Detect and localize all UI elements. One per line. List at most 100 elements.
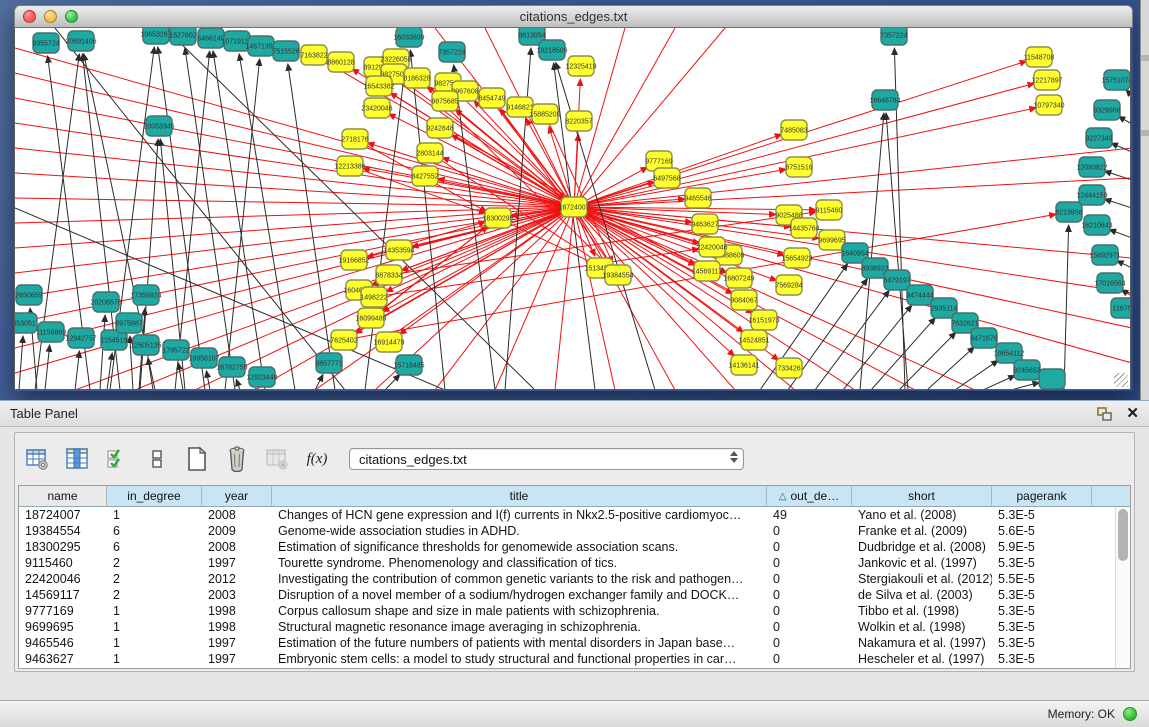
- table-cell[interactable]: 14569117: [19, 587, 107, 603]
- table-cell[interactable]: 2009: [202, 523, 272, 539]
- function-builder-icon[interactable]: f(x): [303, 445, 331, 473]
- graph-edge[interactable]: [236, 379, 240, 390]
- table-cell[interactable]: Franke et al. (2009): [852, 523, 992, 539]
- graph-edge[interactable]: [206, 371, 210, 390]
- table-cell[interactable]: 9463627: [19, 651, 107, 667]
- graph-edge[interactable]: [75, 351, 80, 390]
- table-cell[interactable]: 6: [107, 539, 202, 555]
- graph-edge[interactable]: [1109, 230, 1131, 238]
- table-row[interactable]: 911546021997Tourette syndrome. Phenomeno…: [19, 555, 1130, 571]
- table-cell[interactable]: 0: [767, 555, 852, 571]
- table-row[interactable]: 946554611997Estimation of the future num…: [19, 635, 1130, 651]
- table-cell[interactable]: 2008: [202, 539, 272, 555]
- table-cell[interactable]: Yano et al. (2008): [852, 507, 992, 523]
- table-cell[interactable]: 9115460: [19, 555, 107, 571]
- table-selector-dropdown[interactable]: citations_edges.txt: [349, 448, 744, 470]
- table-row[interactable]: 1938455462009Genome-wide association stu…: [19, 523, 1130, 539]
- graph-edge[interactable]: [555, 207, 574, 390]
- table-cell[interactable]: 0: [767, 635, 852, 651]
- column-header-in_degree[interactable]: in_degree: [107, 486, 202, 507]
- table-cell[interactable]: 5.3E-5: [992, 619, 1092, 635]
- table-cell[interactable]: Hescheler et al. (1997): [852, 651, 992, 667]
- table-cell[interactable]: 1997: [202, 635, 272, 651]
- graph-edge[interactable]: [1117, 261, 1131, 268]
- table-cell[interactable]: 2: [107, 571, 202, 587]
- table-cell[interactable]: Embryonic stem cells: a model to study s…: [272, 651, 767, 667]
- table-cell[interactable]: 19384554: [19, 523, 107, 539]
- graph-edge[interactable]: [899, 332, 956, 390]
- graph-edge[interactable]: [15, 98, 574, 207]
- table-cell[interactable]: 5.3E-5: [992, 635, 1092, 651]
- graph-edge[interactable]: [55, 28, 345, 390]
- table-cell[interactable]: 9699695: [19, 619, 107, 635]
- window-resize-grip[interactable]: [1114, 373, 1128, 387]
- table-cell[interactable]: 5.5E-5: [992, 571, 1092, 587]
- table-cell[interactable]: Tibbo et al. (1998): [852, 603, 992, 619]
- table-cell[interactable]: Wolkin et al. (1998): [852, 619, 992, 635]
- table-cell[interactable]: Estimation of the future numbers of pati…: [272, 635, 767, 651]
- graph-edge[interactable]: [574, 207, 1131, 328]
- table-cell[interactable]: 5.9E-5: [992, 539, 1092, 555]
- table-cell[interactable]: Disruption of a novel member of a sodium…: [272, 587, 767, 603]
- memory-ok-indicator-icon[interactable]: [1123, 707, 1137, 721]
- graph-edge[interactable]: [574, 207, 795, 390]
- table-settings-icon[interactable]: [23, 445, 51, 473]
- table-row[interactable]: 969969511998Structural magnetic resonanc…: [19, 619, 1130, 635]
- table-row[interactable]: 1872400712008Changes of HCN gene express…: [19, 507, 1130, 523]
- graph-edge[interactable]: [1118, 116, 1131, 124]
- graph-edge[interactable]: [574, 83, 1034, 207]
- graph-edge[interactable]: [45, 345, 50, 390]
- table-cell[interactable]: 0: [767, 523, 852, 539]
- table-cell[interactable]: 5.6E-5: [992, 523, 1092, 539]
- table-cell[interactable]: Estimation of significance thresholds fo…: [272, 539, 767, 555]
- table-cell[interactable]: 1: [107, 651, 202, 667]
- table-cell[interactable]: 1998: [202, 619, 272, 635]
- network-canvas[interactable]: 1872400771638228860128891293423226058982…: [14, 28, 1131, 390]
- table-cell[interactable]: Tourette syndrome. Phenomenology and cla…: [272, 555, 767, 571]
- table-cell[interactable]: Changes of HCN gene expression and I(f) …: [272, 507, 767, 523]
- table-cell[interactable]: 1: [107, 619, 202, 635]
- table-cell[interactable]: Genome-wide association studies in ADHD.: [272, 523, 767, 539]
- column-header-short[interactable]: short: [852, 486, 992, 507]
- table-cell[interactable]: 5.3E-5: [992, 587, 1092, 603]
- table-row[interactable]: 977716911998Corpus callosum shape and si…: [19, 603, 1130, 619]
- close-icon[interactable]: ✕: [1126, 407, 1139, 421]
- column-header-name[interactable]: name: [19, 486, 107, 507]
- table-cell[interactable]: 0: [767, 651, 852, 667]
- row-height-icon[interactable]: [143, 445, 171, 473]
- graph-edge[interactable]: [1111, 143, 1131, 152]
- graph-edge[interactable]: [886, 113, 908, 390]
- column-header-year[interactable]: year: [202, 486, 272, 507]
- graph-edge[interactable]: [927, 347, 974, 390]
- graph-edge[interactable]: [435, 207, 574, 390]
- graph-edge[interactable]: [1104, 199, 1131, 208]
- network-graph[interactable]: 1872400771638228860128891293423226058982…: [15, 28, 1131, 390]
- graph-edge[interactable]: [255, 388, 256, 390]
- table-cell[interactable]: 2: [107, 555, 202, 571]
- table-cell[interactable]: 5.3E-5: [992, 555, 1092, 571]
- table-row[interactable]: 2242004622012Investigating the contribut…: [19, 571, 1130, 587]
- graph-edge[interactable]: [288, 64, 335, 390]
- delete-row-icon[interactable]: [223, 445, 251, 473]
- table-cell[interactable]: 1997: [202, 651, 272, 667]
- table-row[interactable]: 1830029562008Estimation of significance …: [19, 539, 1130, 555]
- graph-edge[interactable]: [1011, 382, 1039, 390]
- table-cell[interactable]: Investigating the contribution of common…: [272, 571, 767, 587]
- new-table-icon[interactable]: [183, 445, 211, 473]
- table-row[interactable]: 946362711997Embryonic stem cells: a mode…: [19, 651, 1130, 667]
- table-cell[interactable]: Nakamura et al. (1997): [852, 635, 992, 651]
- table-cell[interactable]: 18300295: [19, 539, 107, 555]
- table-cell[interactable]: 9777169: [19, 603, 107, 619]
- table-cell[interactable]: 1: [107, 635, 202, 651]
- graph-edge[interactable]: [107, 353, 112, 390]
- table-vertical-scrollbar[interactable]: [1115, 507, 1130, 668]
- table-cell[interactable]: 1: [107, 603, 202, 619]
- table-row[interactable]: 1456911722003Disruption of a novel membe…: [19, 587, 1130, 603]
- column-header-out_de[interactable]: △out_de…: [767, 486, 852, 507]
- table-cell[interactable]: 0: [767, 539, 852, 555]
- table-cell[interactable]: 22420046: [19, 571, 107, 587]
- table-cell[interactable]: 2: [107, 587, 202, 603]
- column-header-pagerank[interactable]: pagerank: [992, 486, 1092, 507]
- graph-edge[interactable]: [983, 375, 1015, 390]
- table-cell[interactable]: 5.3E-5: [992, 651, 1092, 667]
